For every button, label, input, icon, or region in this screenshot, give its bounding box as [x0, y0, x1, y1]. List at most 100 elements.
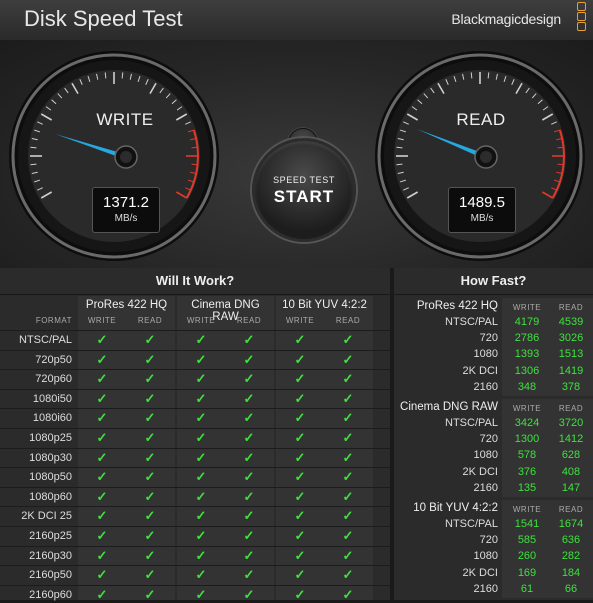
- check-icon: ✓: [96, 449, 108, 465]
- check-icon: ✓: [195, 567, 207, 583]
- check-icon: ✓: [294, 390, 306, 406]
- read-subheader: READ: [335, 316, 361, 325]
- check-icon: ✓: [342, 488, 354, 504]
- check-icon: ✓: [96, 528, 108, 543]
- check-icon: ✓: [342, 371, 354, 387]
- row-divider: [0, 565, 390, 567]
- app-title: Disk Speed Test: [24, 6, 183, 31]
- how-fast-resolution-label: 1080: [473, 348, 498, 361]
- how-fast-read-value: 3026: [558, 332, 584, 345]
- how-fast-group-title: Cinema DNG RAW: [400, 401, 498, 413]
- how-fast-resolution-label: 2K DCI: [462, 364, 498, 377]
- check-icon: ✓: [243, 430, 255, 445]
- check-icon: ✓: [96, 351, 108, 367]
- format-label: 1080p50: [29, 471, 72, 484]
- how-fast-write-value: 260: [517, 550, 537, 563]
- how-fast-write-value: 348: [517, 380, 537, 393]
- row-divider: [0, 467, 390, 469]
- write-subheader: WRITE: [87, 316, 117, 325]
- check-icon: ✓: [243, 332, 255, 347]
- check-icon: ✓: [243, 567, 255, 583]
- check-icon: ✓: [243, 508, 255, 524]
- check-icon: ✓: [243, 586, 255, 602]
- check-icon: ✓: [243, 547, 255, 563]
- check-icon: ✓: [342, 430, 354, 445]
- how-fast-panel: How Fast? ProRes 422 HQ WRITE READ NTSC/PAL…: [394, 268, 593, 600]
- brand-logo: Blackmagicdesign: [451, 11, 561, 27]
- check-icon: ✓: [96, 547, 108, 563]
- check-icon: ✓: [294, 410, 306, 426]
- how-fast-read-value: 282: [561, 550, 581, 563]
- check-icon: ✓: [144, 410, 156, 426]
- how-fast-resolution-label: 2160: [473, 481, 498, 494]
- row-divider: [0, 447, 390, 449]
- check-icon: ✓: [96, 469, 108, 485]
- check-icon: ✓: [96, 586, 108, 602]
- check-icon: ✓: [144, 469, 156, 485]
- write-subheader: WRITE: [186, 316, 216, 325]
- check-icon: ✓: [294, 547, 306, 563]
- check-icon: ✓: [342, 410, 354, 426]
- how-fast-read-value: 1513: [558, 348, 584, 361]
- check-icon: ✓: [195, 410, 207, 426]
- check-icon: ✓: [195, 371, 207, 387]
- row-divider: [0, 369, 390, 371]
- how-fast-resolution-label: 2160: [473, 582, 498, 595]
- how-fast-resolution-label: NTSC/PAL: [445, 417, 498, 429]
- how-fast-read-value: 1674: [558, 518, 584, 530]
- format-label: 1080p60: [29, 490, 72, 503]
- check-icon: ✓: [243, 449, 255, 465]
- row-divider: [0, 349, 390, 351]
- brand-logo-icon: [577, 2, 587, 32]
- check-icon: ✓: [96, 567, 108, 583]
- check-icon: ✓: [294, 488, 306, 504]
- check-icon: ✓: [294, 371, 306, 387]
- check-icon: ✓: [294, 508, 306, 524]
- format-label: 1080i50: [32, 392, 72, 405]
- check-icon: ✓: [96, 410, 108, 426]
- how-fast-resolution-label: NTSC/PAL: [445, 316, 498, 328]
- how-fast-write-value: 3424: [514, 417, 540, 429]
- write-subheader: WRITE: [285, 316, 315, 325]
- check-icon: ✓: [342, 586, 354, 602]
- check-icon: ✓: [144, 547, 156, 563]
- how-fast-resolution-label: 2K DCI: [462, 566, 498, 579]
- read-speed-readout: 1489.5 MB/s: [448, 187, 516, 233]
- read-speed-value: 1489.5: [459, 194, 505, 211]
- row-divider: [0, 330, 390, 331]
- how-fast-resolution-label: 720: [479, 433, 498, 446]
- check-icon: ✓: [195, 449, 207, 465]
- check-icon: ✓: [144, 586, 156, 602]
- write-speed-value: 1371.2: [103, 194, 149, 211]
- gauge-area: WRITE 1371.2 MB/s READ 1489.5 MB/s ⚙ SPE…: [0, 40, 593, 268]
- check-icon: ✓: [144, 508, 156, 524]
- how-fast-write-value: 585: [517, 534, 537, 547]
- check-icon: ✓: [96, 332, 108, 347]
- row-divider: [0, 526, 390, 527]
- how-fast-write-value: 1541: [514, 518, 540, 530]
- write-speed-unit: MB/s: [114, 213, 138, 224]
- row-divider: [0, 486, 390, 488]
- how-fast-write-value: 376: [517, 465, 537, 478]
- start-button[interactable]: SPEED TEST START: [252, 138, 356, 242]
- read-subheader: READ: [137, 316, 163, 325]
- how-fast-write-value: 1300: [514, 433, 540, 446]
- how-fast-read-value: 408: [561, 465, 581, 478]
- format-label: 2160p30: [29, 549, 72, 562]
- check-icon: ✓: [96, 371, 108, 387]
- check-icon: ✓: [144, 449, 156, 465]
- how-fast-resolution-label: 2K DCI: [462, 465, 498, 478]
- check-icon: ✓: [294, 351, 306, 367]
- how-fast-write-value: 1393: [514, 348, 540, 361]
- how-fast-write-value: 1306: [514, 364, 540, 377]
- format-label: 720p60: [35, 373, 72, 386]
- how-fast-resolution-label: 1080: [473, 550, 498, 563]
- check-icon: ✓: [144, 430, 156, 445]
- check-icon: ✓: [195, 390, 207, 406]
- check-icon: ✓: [195, 430, 207, 445]
- how-fast-write-header: WRITE: [512, 303, 542, 312]
- check-icon: ✓: [294, 430, 306, 445]
- how-fast-read-header: READ: [558, 303, 584, 312]
- check-icon: ✓: [144, 567, 156, 583]
- how-fast-resolution-label: 2160: [473, 380, 498, 393]
